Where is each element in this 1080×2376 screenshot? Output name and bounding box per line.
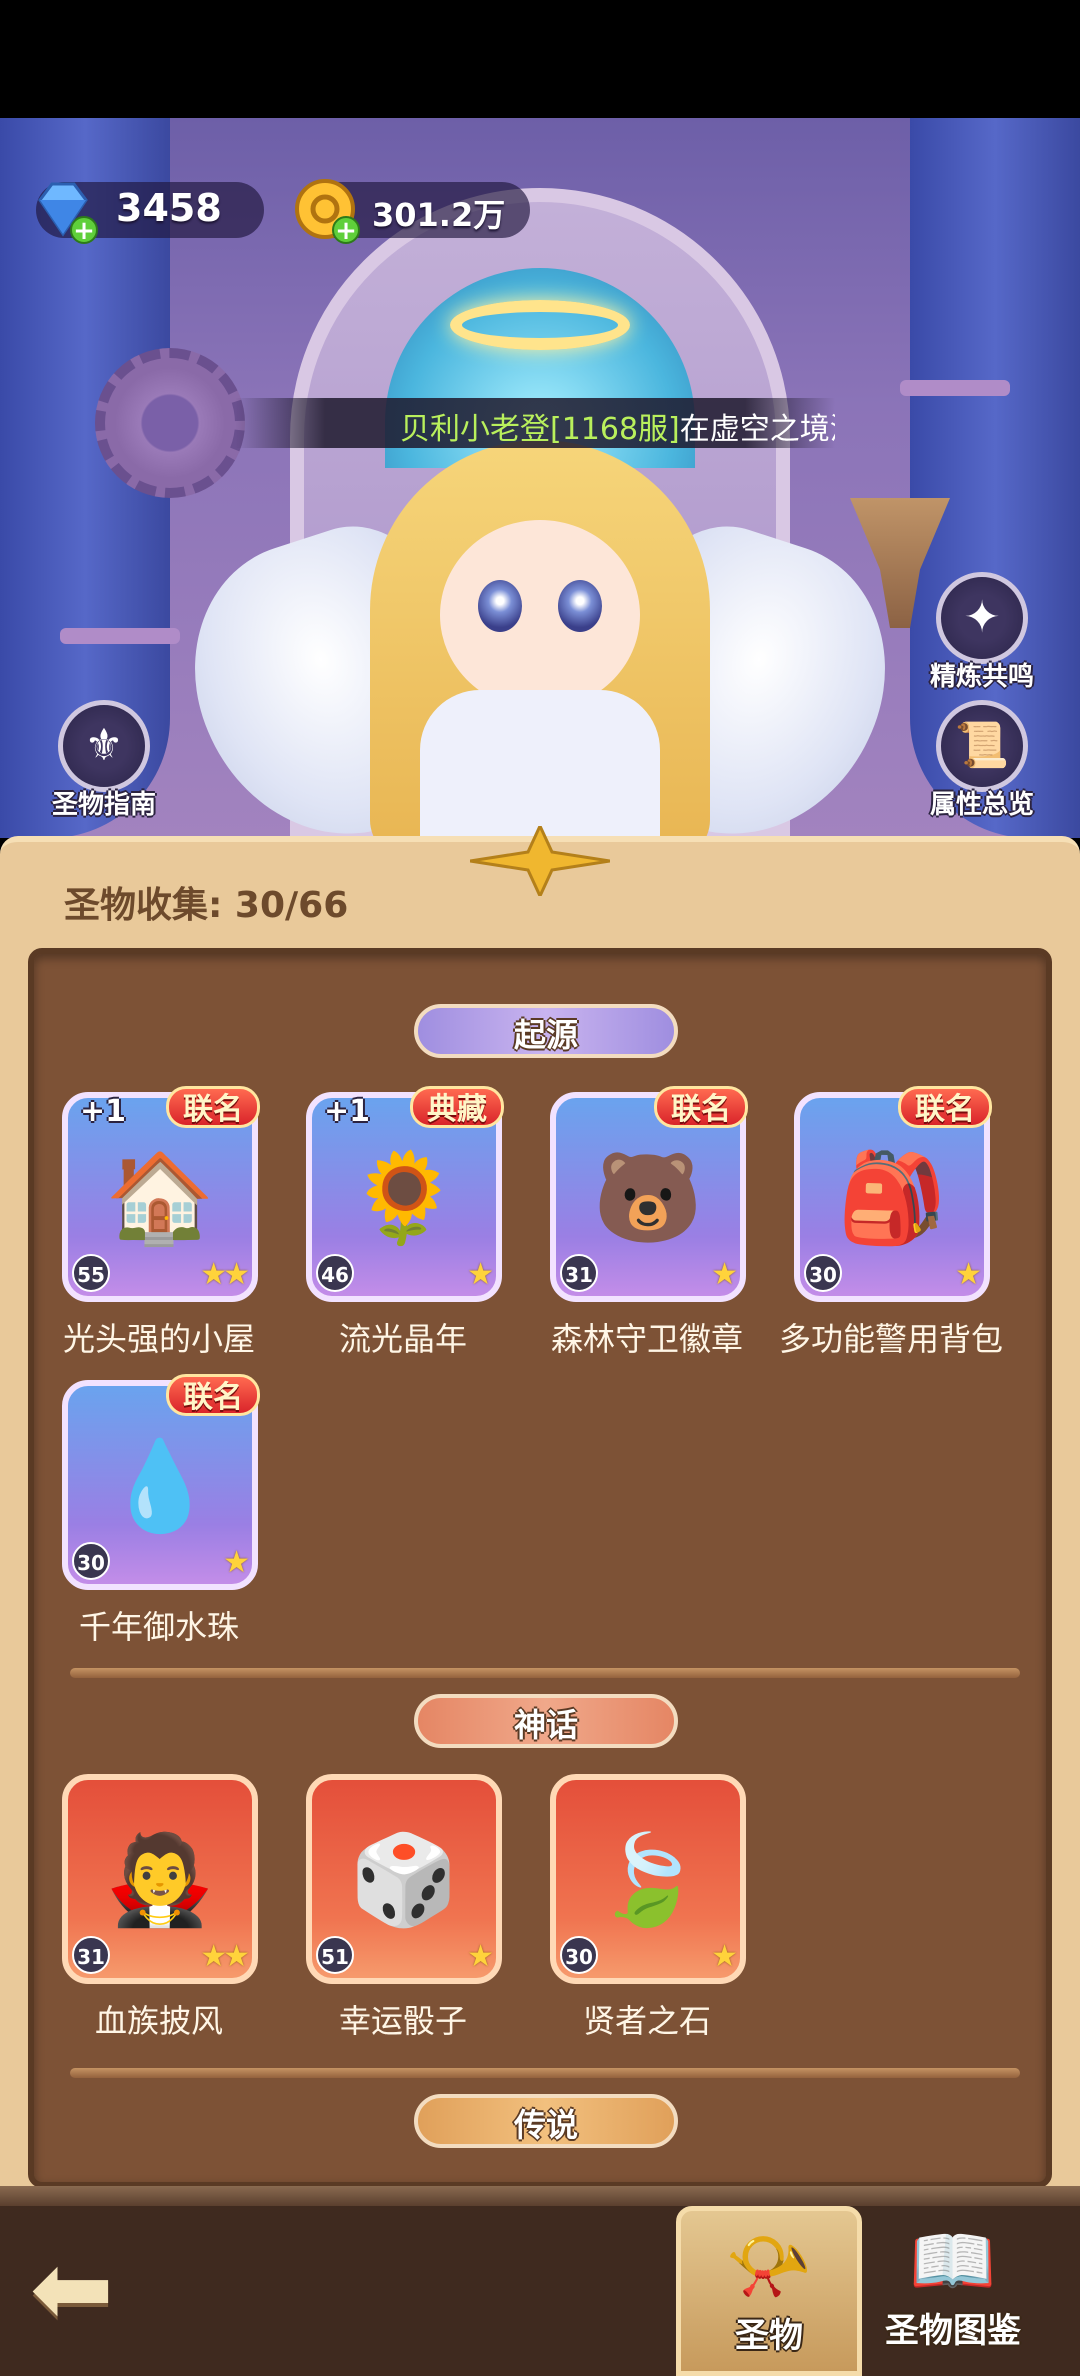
relic-card[interactable]: 🐻 31 ★ 联名 森林守卫徽章 bbox=[550, 1086, 754, 1360]
relic-level: 30 bbox=[804, 1254, 842, 1292]
relic-panel: 圣物收集: 30/66 起源 🏠 55 ★★ +1 联名 光头强的小屋 🌻 46… bbox=[0, 826, 1080, 2188]
shelf bbox=[60, 628, 180, 644]
relic-name: 幸运骰子 bbox=[338, 2002, 467, 2040]
relic-guide-label: 圣物指南 bbox=[51, 790, 156, 820]
category-origin: 起源 bbox=[414, 1004, 678, 1058]
refine-resonance-button[interactable]: ✦ 精炼共鸣 bbox=[922, 572, 1042, 693]
section-divider bbox=[70, 2068, 1020, 2078]
broadcast-message: 在虚空之境湛 bbox=[679, 412, 835, 447]
attribute-overview-button[interactable]: 📜 属性总览 bbox=[922, 700, 1042, 821]
upgrade-plus: +1 bbox=[324, 1094, 371, 1129]
relic-tag: 联名 bbox=[166, 1374, 260, 1416]
cape-icon: 🧛 bbox=[105, 1828, 215, 1931]
angel-face bbox=[440, 520, 640, 710]
relic-tag: 联名 bbox=[654, 1086, 748, 1128]
relic-name: 贤者之石 bbox=[582, 2002, 711, 2040]
attribute-overview-label: 属性总览 bbox=[929, 790, 1034, 820]
relic-tag: 典藏 bbox=[410, 1086, 504, 1128]
relic-card[interactable]: 🎲 51 ★ 幸运骰子 bbox=[306, 1774, 510, 2042]
gold-value: 301.2万 bbox=[372, 196, 506, 234]
sage-stone-icon: 🍃 bbox=[593, 1828, 703, 1931]
refine-resonance-label: 精炼共鸣 bbox=[929, 662, 1034, 692]
bear-badge-icon: 🐻 bbox=[593, 1146, 703, 1249]
horn-icon: 📯 bbox=[725, 2225, 813, 2307]
gear-decoration-icon bbox=[95, 348, 245, 498]
relic-card[interactable]: 🏠 55 ★★ +1 联名 光头强的小屋 bbox=[62, 1086, 266, 1360]
relic-level: 31 bbox=[560, 1254, 598, 1292]
shelf bbox=[900, 380, 1010, 396]
water-orb-icon: 💧 bbox=[105, 1434, 215, 1537]
collection-count: 圣物收集: 30/66 bbox=[64, 885, 349, 926]
dice-icon: 🎲 bbox=[349, 1828, 459, 1931]
bottom-nav: ⬅ 📯 圣物 📖 圣物图鉴 bbox=[0, 2186, 1080, 2376]
cabin-icon: 🏠 bbox=[105, 1146, 215, 1249]
tab-relic[interactable]: 📯 圣物 bbox=[676, 2206, 862, 2376]
angel-eye bbox=[478, 580, 522, 632]
compass-star-icon: ✦ bbox=[936, 572, 1028, 664]
relic-card[interactable]: 🌻 46 ★ +1 典藏 流光晶年 bbox=[306, 1086, 510, 1360]
relic-card[interactable]: 🧛 31 ★★ 血族披风 bbox=[62, 1774, 266, 2042]
relic-guide-button[interactable]: ⚜ 圣物指南 bbox=[44, 700, 164, 821]
scroll-icon: 📜 bbox=[936, 700, 1028, 792]
relic-card[interactable]: 💧 30 ★ 联名 千年御水珠 bbox=[62, 1374, 266, 1648]
tab-relic-codex-label: 圣物图鉴 bbox=[885, 2311, 1021, 2351]
category-myth: 神话 bbox=[414, 1694, 678, 1748]
relic-level: 46 bbox=[316, 1254, 354, 1292]
ornament-icon bbox=[470, 826, 610, 896]
category-legend: 传说 bbox=[414, 2094, 678, 2148]
broadcast-player: 贝利小老登[1168服] bbox=[400, 412, 680, 447]
relic-name: 森林守卫徽章 bbox=[550, 1320, 743, 1358]
relic-level: 55 bbox=[72, 1254, 110, 1292]
relic-frame: 💧 30 ★ 联名 bbox=[62, 1374, 260, 1590]
upgrade-plus: +1 bbox=[80, 1094, 127, 1129]
relic-stars: ★ bbox=[223, 1545, 250, 1580]
relic-name: 流光晶年 bbox=[338, 1320, 467, 1358]
backpack-icon: 🎒 bbox=[837, 1146, 947, 1249]
book-icon: 📖 bbox=[909, 2220, 997, 2302]
relic-tag: 联名 bbox=[166, 1086, 260, 1128]
back-arrow-icon[interactable]: ⬅ bbox=[30, 2239, 150, 2344]
relic-frame: 🎲 51 ★ bbox=[306, 1774, 502, 1984]
relic-stars: ★ bbox=[467, 1257, 494, 1292]
bottom-rail bbox=[0, 2186, 1080, 2206]
relic-frame: 🍃 30 ★ bbox=[550, 1774, 746, 1984]
section-divider bbox=[70, 1668, 1020, 1678]
relic-card[interactable]: 🍃 30 ★ 贤者之石 bbox=[550, 1774, 754, 2042]
relic-frame: 🐻 31 ★ 联名 bbox=[550, 1086, 748, 1302]
relic-stars: ★ bbox=[467, 1939, 494, 1974]
status-bar-area bbox=[0, 0, 1080, 118]
relic-name: 光头强的小屋 bbox=[62, 1320, 255, 1358]
relic-level: 51 bbox=[316, 1936, 354, 1974]
relic-frame: 🌻 46 ★ +1 典藏 bbox=[306, 1086, 504, 1302]
diamond-counter[interactable]: + 3458 bbox=[36, 182, 264, 244]
relic-list[interactable]: 起源 🏠 55 ★★ +1 联名 光头强的小屋 🌻 46 ★ +1 典藏 流光晶… bbox=[28, 948, 1052, 2188]
gold-counter[interactable]: + 301.2万 bbox=[295, 179, 530, 244]
relic-name: 千年御水珠 bbox=[78, 1608, 239, 1646]
relic-tag: 联名 bbox=[898, 1086, 992, 1128]
diamond-value: 3458 bbox=[116, 186, 222, 230]
relic-frame: 🎒 30 ★ 联名 bbox=[794, 1086, 992, 1302]
halo-icon bbox=[450, 300, 630, 350]
relic-level: 30 bbox=[72, 1542, 110, 1580]
relic-card[interactable]: 🎒 30 ★ 联名 多功能警用背包 bbox=[779, 1086, 1003, 1360]
relic-level: 31 bbox=[72, 1936, 110, 1974]
relic-stars: ★★ bbox=[200, 1257, 250, 1292]
snow-globe-icon: 🌻 bbox=[349, 1146, 459, 1249]
angel-eye bbox=[558, 580, 602, 632]
relic-frame: 🏠 55 ★★ +1 联名 bbox=[62, 1086, 260, 1302]
tab-relic-label: 圣物 bbox=[735, 2316, 803, 2356]
relic-frame: 🧛 31 ★★ bbox=[62, 1774, 258, 1984]
guide-icon: ⚜ bbox=[58, 700, 150, 792]
relic-name: 多功能警用背包 bbox=[778, 1320, 1003, 1358]
broadcast-marquee: 贝利小老登[1168服]在虚空之境湛 bbox=[235, 398, 835, 448]
tab-relic-codex[interactable]: 📖 圣物图鉴 bbox=[860, 2206, 1046, 2376]
gold-coin-icon: + bbox=[292, 176, 360, 244]
relic-stars: ★ bbox=[711, 1257, 738, 1292]
relic-name: 血族披风 bbox=[94, 2002, 223, 2040]
relic-stars: ★ bbox=[955, 1257, 982, 1292]
diamond-icon: + bbox=[30, 176, 98, 244]
relic-stars: ★★ bbox=[200, 1939, 250, 1974]
relic-level: 30 bbox=[560, 1936, 598, 1974]
relic-stars: ★ bbox=[711, 1939, 738, 1974]
